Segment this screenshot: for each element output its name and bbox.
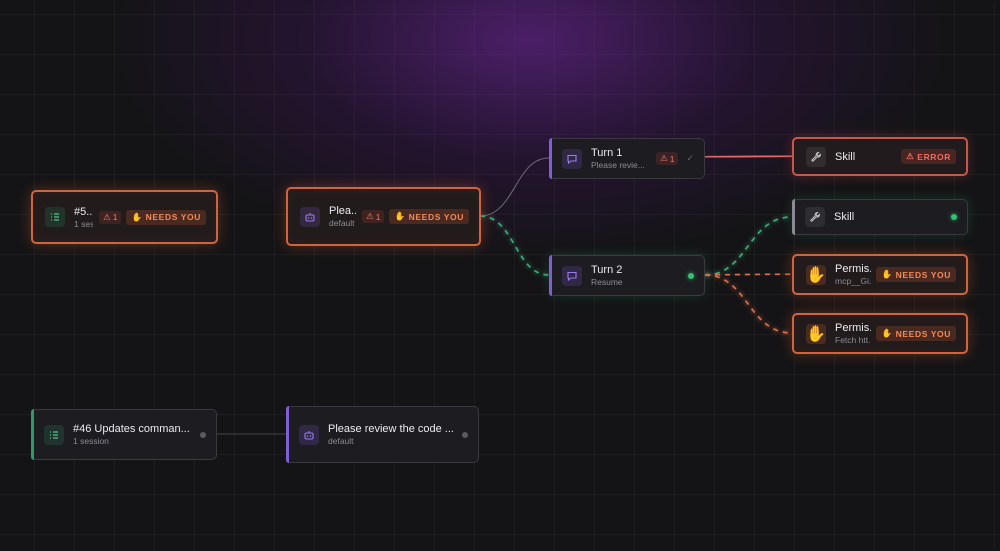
warning-triangle-icon: ⚠ <box>906 151 915 161</box>
node-subtitle: default <box>328 436 354 446</box>
issue-node-idle[interactable]: #46 Updates comman... 1 session <box>31 409 217 460</box>
hand-icon: ✋ <box>806 264 826 285</box>
warning-triangle-icon: ⚠ <box>103 211 111 222</box>
needs-you-badge: ✋ NEEDS YOU <box>876 326 956 341</box>
alert-count-badge: ⚠ 1 <box>656 152 679 165</box>
node-subtitle: default <box>329 218 355 228</box>
needs-you-badge: ✋ NEEDS YOU <box>126 209 206 225</box>
needs-you-badge: ✋ NEEDS YOU <box>876 267 956 282</box>
idle-status-dot <box>200 431 206 438</box>
issue-list-icon <box>45 207 65 227</box>
running-status-dot <box>951 214 957 220</box>
edge-session-to-turn1 <box>479 157 550 217</box>
turn-node-1[interactable]: Turn 1 Please revie... ⚠ 1 ✓ <box>549 138 705 179</box>
edge-turn2-to-skill <box>704 216 793 276</box>
edge-turn1-to-skill-error <box>704 155 793 158</box>
node-title: Turn 1 <box>591 147 623 159</box>
chat-bubble-icon <box>562 148 582 169</box>
node-subtitle: Please revie... <box>591 160 645 170</box>
issue-node-active[interactable]: #5... 1 ses... ⚠ 1 ✋ NEEDS YOU <box>31 190 218 244</box>
alert-count-badge: ⚠ 1 <box>362 210 385 223</box>
warning-triangle-icon: ⚠ <box>660 153 668 163</box>
node-title: Please review the code ... <box>328 423 454 435</box>
robot-icon <box>299 424 319 445</box>
hand-icon: ✋ <box>881 328 893 338</box>
alert-count-badge: ⚠ 1 <box>99 210 122 224</box>
flow-canvas: #5... 1 ses... ⚠ 1 ✋ NEEDS YOU Plea... d… <box>0 0 1000 551</box>
check-icon: ✓ <box>686 153 694 163</box>
node-title: Skill <box>835 150 856 163</box>
session-node-idle[interactable]: Please review the code ... default <box>286 406 479 463</box>
edge-turn2-to-perm1 <box>704 273 793 276</box>
idle-status-dot <box>462 431 468 438</box>
node-title: #46 Updates comman... <box>73 423 190 435</box>
warning-triangle-icon: ⚠ <box>366 211 374 221</box>
node-subtitle: mcp__Gi... <box>835 276 872 286</box>
turn-node-2[interactable]: Turn 2 Resume <box>549 255 705 296</box>
node-subtitle: Resume <box>591 277 623 287</box>
wrench-icon <box>806 146 826 167</box>
node-subtitle: 1 session <box>73 436 109 446</box>
robot-icon <box>300 206 320 227</box>
node-subtitle: 1 ses... <box>74 218 94 229</box>
wrench-icon <box>805 207 825 227</box>
edge-turn2-to-perm2 <box>704 274 793 334</box>
hand-icon: ✋ <box>881 269 893 279</box>
hand-icon: ✋ <box>394 211 406 221</box>
running-status-dot <box>688 272 694 279</box>
node-title: Skill <box>834 211 855 223</box>
node-title: Plea... <box>329 205 356 217</box>
node-subtitle: Fetch htt... <box>835 335 872 345</box>
permission-node-1[interactable]: ✋ Permis... mcp__Gi... ✋ NEEDS YOU <box>792 254 968 295</box>
node-title: Turn 2 <box>591 264 623 276</box>
hand-icon: ✋ <box>806 323 826 344</box>
hand-icon: ✋ <box>131 211 143 222</box>
skill-node-running[interactable]: Skill <box>792 199 968 235</box>
node-title: #5... <box>74 205 93 218</box>
session-node-active[interactable]: Plea... default ⚠ 1 ✋ NEEDS YOU <box>286 187 481 246</box>
skill-node-error[interactable]: Skill ⚠ ERROR <box>792 137 968 176</box>
error-badge: ⚠ ERROR <box>901 149 956 164</box>
permission-node-2[interactable]: ✋ Permis... Fetch htt... ✋ NEEDS YOU <box>792 313 968 354</box>
node-title: Permis... <box>835 263 871 275</box>
issue-list-icon <box>44 424 64 445</box>
needs-you-badge: ✋ NEEDS YOU <box>389 209 469 224</box>
edge-session-to-turn2 <box>479 215 550 276</box>
node-title: Permis... <box>835 322 871 334</box>
chat-bubble-icon <box>562 265 582 286</box>
